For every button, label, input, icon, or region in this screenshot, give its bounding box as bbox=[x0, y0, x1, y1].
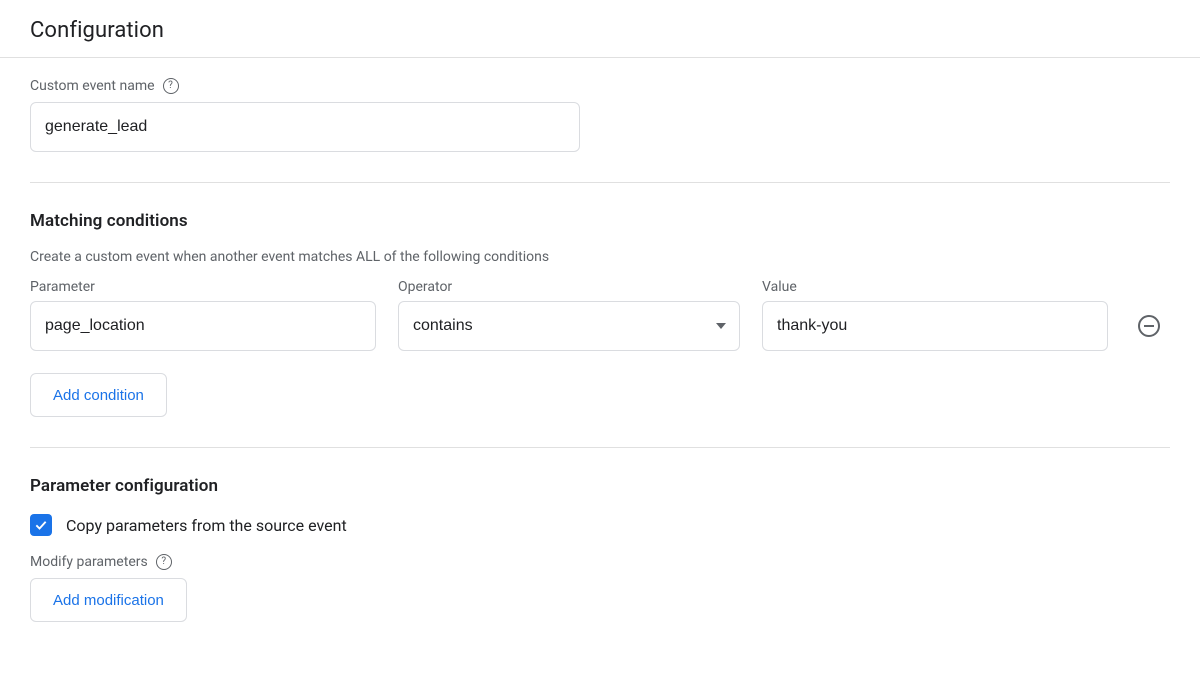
matching-description: Create a custom event when another event… bbox=[30, 249, 1170, 265]
add-modification-button[interactable]: Add modification bbox=[30, 578, 187, 622]
help-icon[interactable]: ? bbox=[163, 78, 179, 94]
matching-heading: Matching conditions bbox=[30, 211, 1170, 231]
modify-params-label-row: Modify parameters ? bbox=[30, 554, 1170, 570]
matching-conditions-section: Matching conditions Create a custom even… bbox=[30, 211, 1170, 448]
parameter-input[interactable] bbox=[30, 301, 376, 351]
event-name-section: Custom event name ? bbox=[30, 78, 1170, 183]
modify-params-label: Modify parameters bbox=[30, 554, 148, 570]
value-input[interactable] bbox=[762, 301, 1108, 351]
copy-params-label: Copy parameters from the source event bbox=[66, 516, 347, 535]
parameter-label: Parameter bbox=[30, 279, 376, 295]
page-title: Configuration bbox=[30, 18, 1170, 43]
check-icon bbox=[34, 518, 48, 532]
operator-value[interactable] bbox=[398, 301, 740, 351]
event-name-label: Custom event name bbox=[30, 78, 155, 94]
remove-condition-button[interactable] bbox=[1138, 315, 1160, 337]
copy-params-row: Copy parameters from the source event bbox=[30, 514, 1170, 536]
condition-row: Parameter Operator Value bbox=[30, 279, 1170, 351]
help-icon[interactable]: ? bbox=[156, 554, 172, 570]
operator-label: Operator bbox=[398, 279, 740, 295]
value-column: Value bbox=[762, 279, 1108, 351]
param-config-heading: Parameter configuration bbox=[30, 476, 1170, 496]
parameter-column: Parameter bbox=[30, 279, 376, 351]
parameter-config-section: Parameter configuration Copy parameters … bbox=[30, 476, 1170, 622]
event-name-input[interactable] bbox=[30, 102, 580, 152]
value-label: Value bbox=[762, 279, 1108, 295]
operator-select[interactable] bbox=[398, 301, 740, 351]
copy-params-checkbox[interactable] bbox=[30, 514, 52, 536]
content-area: Custom event name ? Matching conditions … bbox=[0, 58, 1200, 662]
event-name-label-row: Custom event name ? bbox=[30, 78, 1170, 94]
page-header: Configuration bbox=[0, 0, 1200, 58]
operator-column: Operator bbox=[398, 279, 740, 351]
minus-icon bbox=[1144, 325, 1154, 327]
add-condition-button[interactable]: Add condition bbox=[30, 373, 167, 417]
